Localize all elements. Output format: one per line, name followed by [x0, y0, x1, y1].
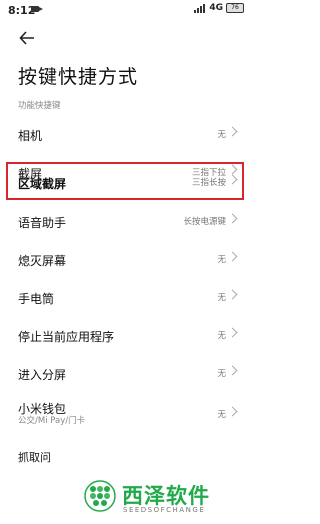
item-label: 手电筒 — [18, 292, 55, 306]
chevron-right-icon — [227, 251, 238, 262]
status-indicators: 4G 76 — [194, 3, 244, 13]
list-item-stop-app[interactable]: 停止当前应用程序 无 — [0, 315, 250, 355]
list-item-screen-off[interactable]: 熄灭屏幕 无 — [0, 239, 250, 279]
status-bar: 8:12 4G 76 — [0, 0, 250, 20]
item-label: 熄灭屏幕 — [18, 254, 67, 268]
item-sublabel: 公交/Mi Pay/门卡 — [18, 416, 86, 426]
section-header: 功能快捷键 — [18, 101, 61, 111]
item-value: 无 — [217, 255, 226, 265]
list-item-mi-wallet[interactable]: 小米钱包 公交/Mi Pay/门卡 无 — [0, 391, 250, 437]
watermark-subtitle: SEEDSOFCHANGE — [123, 506, 206, 514]
item-label: 停止当前应用程序 — [18, 330, 115, 344]
list-item-capture[interactable]: 抓取问 — [0, 436, 250, 476]
item-label: 语音助手 — [18, 216, 67, 230]
item-value: 无 — [217, 130, 226, 140]
chevron-right-icon — [227, 289, 238, 300]
chevron-right-icon — [227, 406, 238, 417]
back-arrow-icon[interactable] — [18, 29, 36, 47]
list-item-voice-assistant[interactable]: 语音助手 长按电源键 — [0, 201, 250, 241]
item-label: 抓取问 — [18, 451, 51, 464]
battery-icon: 76 — [226, 3, 244, 13]
video-recording-icon — [31, 6, 43, 12]
chevron-right-icon — [227, 365, 238, 376]
page-title: 按键快捷方式 — [18, 66, 139, 88]
item-label: 相机 — [18, 129, 43, 143]
item-value: 无 — [217, 369, 226, 379]
item-value: 无 — [217, 410, 226, 420]
item-value: 无 — [217, 293, 226, 303]
watermark: 西泽软件 SEEDSOFCHANGE — [80, 474, 250, 524]
chevron-right-icon — [227, 126, 238, 137]
list-item-split-screen[interactable]: 进入分屏 无 — [0, 353, 250, 393]
signal-icon — [194, 3, 206, 13]
item-value: 无 — [217, 331, 226, 341]
network-type: 4G — [209, 3, 223, 13]
item-value: 长按电源键 — [183, 217, 226, 227]
watermark-logo-icon — [84, 480, 116, 512]
list-item-camera[interactable]: 相机 无 — [0, 114, 250, 154]
chevron-right-icon — [227, 213, 238, 224]
item-label: 进入分屏 — [18, 368, 67, 382]
list-item-flashlight[interactable]: 手电筒 无 — [0, 277, 250, 317]
highlight-box — [6, 162, 244, 200]
chevron-right-icon — [227, 327, 238, 338]
